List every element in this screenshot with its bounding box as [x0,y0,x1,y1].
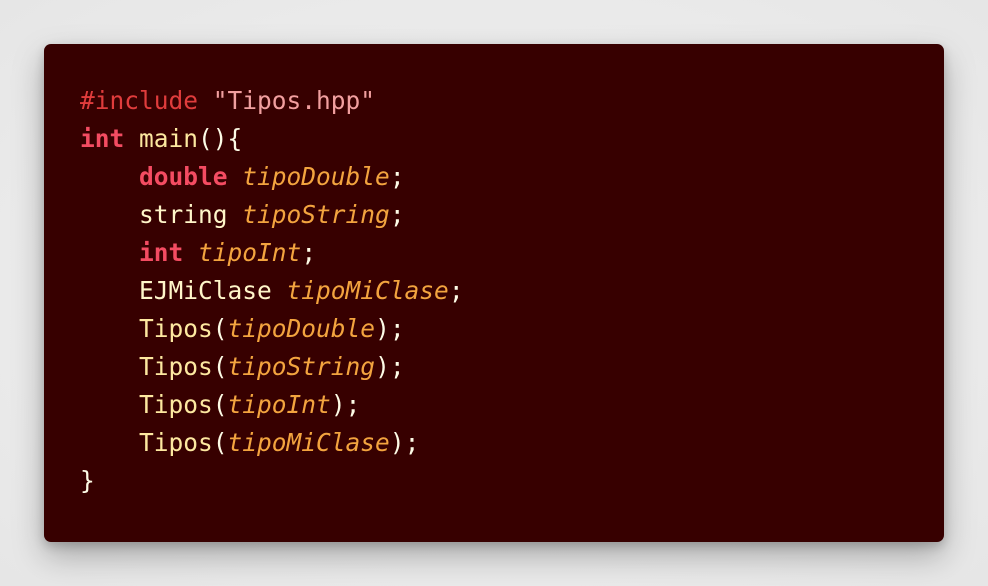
code-snippet-card: #include "Tipos.hpp" int main(){ double t… [44,44,944,542]
variable-name: tipoMiClase [227,428,390,457]
code-line: Tipos(tipoDouble); [80,310,944,348]
punctuation-token: ; [301,238,317,267]
punctuation-token: ( [212,390,228,419]
code-block: #include "Tipos.hpp" int main(){ double t… [80,82,944,500]
preprocessor-directive: #include [80,86,199,115]
variable-name: tipoMiClase [286,276,449,305]
punctuation-token: ( [212,314,228,343]
code-line: EJMiClase tipoMiClase; [80,272,944,310]
type-token: string [139,200,228,229]
variable-name: tipoDouble [242,162,390,191]
variable-name: tipoString [227,352,376,381]
punctuation-token: ); [375,314,405,343]
punctuation-token: ( [212,352,228,381]
code-line: } [80,462,944,500]
keyword-token: double [139,162,228,191]
punctuation-token: } [80,466,95,495]
function-name: Tipos [139,390,213,419]
function-name: main [139,124,199,153]
punctuation-token: ; [389,200,405,229]
function-name: Tipos [139,428,213,457]
punctuation-token: (){ [198,124,243,153]
code-line: Tipos(tipoMiClase); [80,424,944,462]
variable-name: tipoInt [227,390,331,419]
code-line: Tipos(tipoInt); [80,386,944,424]
punctuation-token: ( [212,428,228,457]
keyword-token: int [80,124,125,153]
variable-name: tipoDouble [227,314,376,343]
punctuation-token: ); [389,428,420,457]
code-line: int main(){ [80,120,944,158]
punctuation-token: ); [330,390,361,419]
punctuation-token: ; [448,276,464,305]
function-name: Tipos [139,352,213,381]
code-line: Tipos(tipoString); [80,348,944,386]
code-line: int tipoInt; [80,234,944,272]
keyword-token: int [139,238,184,267]
punctuation-token: ); [375,352,405,381]
string-literal: "Tipos.hpp" [212,86,376,115]
variable-name: tipoString [242,200,390,229]
code-line: string tipoString; [80,196,944,234]
variable-name: tipoInt [198,238,302,267]
code-line: #include "Tipos.hpp" [80,82,944,120]
type-token: EJMiClase [139,276,272,305]
punctuation-token: ; [389,162,405,191]
code-line: double tipoDouble; [80,158,944,196]
function-name: Tipos [139,314,213,343]
